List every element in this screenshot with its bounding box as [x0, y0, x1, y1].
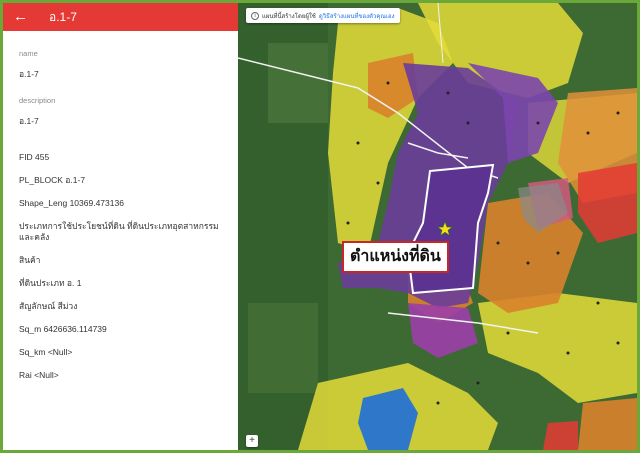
name-label: name [19, 49, 38, 58]
detail-line: FID 455 [19, 151, 50, 162]
info-panel: ← อ.1-7 name อ.1-7 description อ.1-7 FID… [3, 3, 238, 450]
description-label: description [19, 96, 56, 105]
arrow-left-icon[interactable]: ← [13, 7, 33, 27]
name-value: อ.1-7 [19, 68, 39, 79]
info-icon: i [251, 11, 259, 20]
zone-red [543, 421, 578, 450]
panel-title: อ.1-7 [49, 9, 77, 24]
land-location-callout: ตำแหน่งที่ดิน [342, 241, 449, 273]
detail-line: Shape_Leng 10369.473136 [19, 197, 124, 208]
field-texture [268, 43, 328, 123]
detail-line: ประเภทการใช้ประโยชน์ที่ดิน ที่ดินประเภทอ… [19, 220, 219, 243]
notice-text: แผนที่นี้สร้างโดยผู้ใช้ [262, 13, 316, 20]
detail-line: สินค้า [19, 255, 41, 265]
map-canvas[interactable]: i แผนที่นี้สร้างโดยผู้ใช้ ดูวิธีสร้างแผน… [238, 3, 637, 450]
zoom-in-button[interactable]: + [246, 435, 258, 447]
detail-line: ที่ดินประเภท อ. 1 [19, 278, 82, 288]
detail-line: Sq_km <Null> [19, 347, 73, 357]
detail-line: Rai <Null> [19, 370, 59, 380]
detail-list: FID 455 PL_BLOCK อ.1-7 Shape_Leng 10369.… [19, 140, 229, 393]
notice-link[interactable]: ดูวิธีสร้างแผนที่ของตัวคุณเอง [319, 11, 395, 21]
description-value: อ.1-7 [19, 115, 39, 126]
detail-line: สัญลักษณ์ สีม่วง [19, 301, 78, 311]
field-texture [248, 303, 318, 393]
panel-body: name อ.1-7 description อ.1-7 FID 455 PL_… [3, 31, 238, 393]
star-icon [437, 221, 453, 237]
map-notice: i แผนที่นี้สร้างโดยผู้ใช้ ดูวิธีสร้างแผน… [246, 8, 400, 23]
zone-orange [578, 398, 637, 450]
detail-line: Sq_m 6426636.114739 [19, 324, 107, 334]
panel-header: ← อ.1-7 [3, 3, 238, 31]
detail-line: PL_BLOCK อ.1-7 [19, 174, 86, 185]
